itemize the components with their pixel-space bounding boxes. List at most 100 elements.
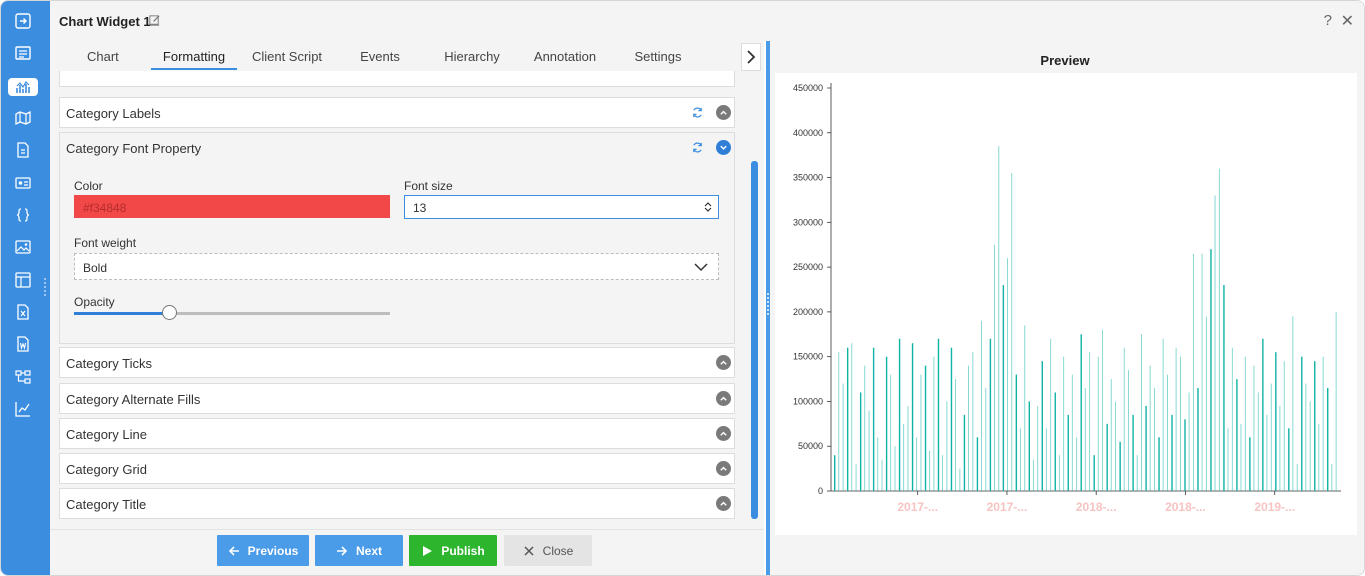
tab-settings[interactable]: Settings	[630, 49, 686, 64]
spinner-arrows-icon[interactable]	[704, 201, 712, 213]
bar	[1249, 437, 1251, 491]
bar	[1154, 388, 1155, 491]
font-weight-dropdown[interactable]: Bold	[74, 253, 719, 280]
panel-category-ticks[interactable]: Category Ticks	[59, 347, 735, 378]
collapse-chevron[interactable]	[716, 140, 731, 155]
bar	[1037, 405, 1039, 491]
bar	[1032, 459, 1034, 491]
bar	[1197, 388, 1199, 491]
bar	[989, 338, 992, 491]
rail-resize-grip[interactable]	[42, 276, 48, 306]
panel-category-labels[interactable]: Category Labels	[59, 97, 735, 128]
bar	[942, 455, 944, 491]
help-icon[interactable]: ?	[1324, 12, 1332, 29]
next-button[interactable]: Next	[315, 535, 403, 566]
y-tick-label: 100000	[793, 396, 823, 406]
hierarchy-icon[interactable]	[12, 366, 34, 388]
expand-chevron[interactable]	[716, 426, 731, 441]
panel-header[interactable]: Category Font Property	[60, 133, 734, 164]
panel-title: Category Grid	[66, 462, 147, 477]
tab-chart[interactable]: Chart	[87, 49, 119, 64]
bar	[1097, 356, 1099, 491]
bar	[981, 320, 982, 491]
widget-title: Chart Widget 1	[59, 14, 151, 29]
dashboard-icon[interactable]	[12, 269, 34, 291]
bar	[1015, 374, 1018, 491]
y-tick-label: 450000	[793, 83, 823, 93]
expand-chevron[interactable]	[716, 355, 731, 370]
dialog-header: Chart Widget 1 ? ✕	[50, 1, 1364, 41]
close-icon[interactable]: ✕	[1341, 11, 1354, 31]
y-tick-label: 250000	[793, 262, 823, 272]
panel-category-line[interactable]: Category Line	[59, 418, 735, 449]
font-size-input[interactable]: 13	[404, 195, 719, 219]
bar	[1218, 168, 1220, 491]
panel-category-grid[interactable]: Category Grid	[59, 453, 735, 484]
edit-title-icon[interactable]	[148, 14, 161, 27]
analytics-icon[interactable]	[12, 398, 34, 420]
bar	[1279, 405, 1281, 491]
panel-category-title[interactable]: Category Title	[59, 488, 735, 519]
bar	[933, 356, 935, 491]
close-button[interactable]: Close	[504, 535, 592, 566]
settings-tabs: Chart Formatting Client Script Events Hi…	[50, 41, 764, 71]
chart-icon[interactable]	[8, 78, 38, 96]
bar	[1266, 414, 1268, 491]
opacity-slider-handle[interactable]	[161, 305, 177, 320]
expand-chevron[interactable]	[716, 496, 731, 511]
settings-scrollbar[interactable]	[751, 161, 758, 519]
color-picker-input[interactable]: #f34848	[74, 195, 390, 218]
export-icon[interactable]	[12, 10, 34, 32]
chevron-up-icon	[720, 466, 727, 471]
bar	[1067, 414, 1069, 491]
bar	[1089, 352, 1091, 491]
bar	[1119, 441, 1121, 491]
code-braces-icon[interactable]	[12, 204, 34, 226]
x-tick-label: 2018-...	[1165, 500, 1206, 514]
chart-widget-dialog: Chart Widget 1 ? ✕ Chart Formatting Clie…	[0, 0, 1365, 576]
bar	[1115, 401, 1117, 491]
id-card-icon[interactable]	[12, 172, 34, 194]
image-icon[interactable]	[12, 236, 34, 258]
bar	[890, 374, 892, 491]
expand-chevron[interactable]	[716, 461, 731, 476]
preview-chart: 0 50000 100000 150000 200000 250000 300000 3500…	[775, 73, 1357, 535]
bar	[1318, 423, 1320, 491]
bar	[1275, 352, 1277, 491]
tabs-scroll-right-button[interactable]	[741, 43, 761, 71]
expand-chevron[interactable]	[716, 391, 731, 406]
y-tick-label: 300000	[793, 217, 823, 227]
word-icon[interactable]	[12, 333, 34, 355]
previous-button[interactable]: Previous	[217, 535, 309, 566]
tab-client-script[interactable]: Client Script	[247, 49, 327, 64]
tab-events[interactable]: Events	[356, 49, 404, 64]
tab-annotation[interactable]: Annotation	[531, 49, 599, 64]
excel-icon[interactable]	[12, 301, 34, 323]
map-icon[interactable]	[12, 107, 34, 129]
bar	[1045, 428, 1047, 491]
bar	[1262, 338, 1264, 491]
bar	[877, 437, 879, 491]
publish-button[interactable]: Publish	[409, 535, 497, 566]
form-icon[interactable]	[12, 42, 34, 64]
tab-hierarchy[interactable]: Hierarchy	[440, 49, 504, 64]
chevron-up-icon	[720, 396, 727, 401]
bar	[1214, 195, 1216, 491]
opacity-slider[interactable]	[74, 305, 390, 320]
bar	[1210, 249, 1212, 491]
bar	[929, 450, 931, 491]
expand-chevron[interactable]	[716, 105, 731, 120]
bar	[1106, 423, 1108, 491]
tab-formatting[interactable]: Formatting	[155, 49, 233, 64]
bar	[1132, 414, 1134, 491]
reset-icon[interactable]	[691, 106, 704, 119]
bar	[842, 383, 844, 491]
bar	[1162, 338, 1164, 491]
bar	[1205, 316, 1207, 491]
bar	[1028, 401, 1031, 491]
reset-icon[interactable]	[691, 141, 704, 154]
panel-category-alternate-fills[interactable]: Category Alternate Fills	[59, 383, 735, 414]
document-icon[interactable]	[12, 139, 34, 161]
bar	[1175, 347, 1177, 491]
splitter-grip[interactable]	[767, 291, 769, 321]
